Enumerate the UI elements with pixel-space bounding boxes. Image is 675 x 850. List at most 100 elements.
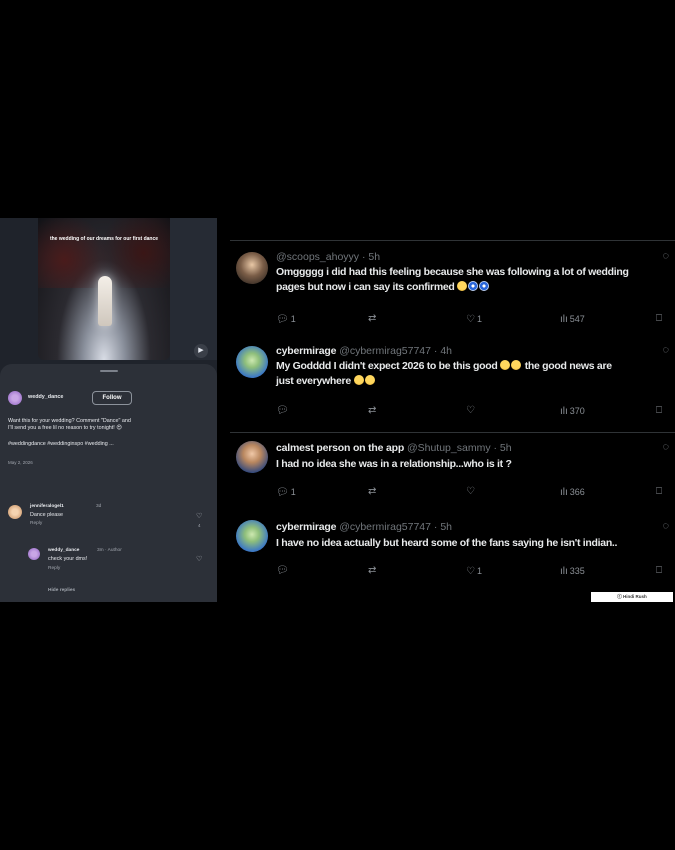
like-icon[interactable]: ♡: [466, 404, 475, 418]
grok-icon[interactable]: ◌: [662, 520, 669, 532]
view-count: 547: [569, 314, 585, 324]
tweet-actions: 💬︎ 1 ⇄ ♡ ılı 366 ⎕: [276, 485, 665, 499]
post-date: May 2, 2026: [8, 460, 33, 465]
view-count: 370: [569, 406, 585, 416]
views-icon[interactable]: ılı 370: [560, 404, 585, 419]
bookmark-icon[interactable]: ⎕: [656, 564, 662, 578]
retweet-icon[interactable]: ⇄: [368, 564, 376, 578]
comment-reply-button[interactable]: Reply: [30, 520, 42, 527]
tweet-text-segment: My Godddd I didn't expect 2026 to be thi…: [276, 360, 498, 372]
divider: [230, 240, 675, 241]
heart-icon[interactable]: ♡: [196, 512, 202, 520]
tweet-handle[interactable]: @scoops_ahoyyy: [276, 251, 359, 263]
tweet-time: · 5h: [493, 442, 512, 454]
reply-text: check your dms!: [48, 556, 88, 562]
tweet-text-segment: the good news are: [524, 360, 612, 372]
views-icon[interactable]: ılı 335: [560, 564, 585, 579]
instagram-panel: the wedding of our dreams for our first …: [0, 218, 217, 602]
reply-icon[interactable]: 💬︎: [276, 564, 289, 578]
tweet-header: cybermirage @cybermirag57747 · 4h: [276, 344, 452, 358]
crying-emoji-icon: [511, 360, 522, 370]
tweet[interactable]: calmest person on the app @Shutup_sammy …: [220, 441, 675, 505]
comment-text: Dance please: [30, 512, 63, 518]
tweet-header: calmest person on the app @Shutup_sammy …: [276, 441, 512, 455]
tweet-text-segment: pages but now i can say its confirmed: [276, 281, 455, 293]
like-count: 1: [476, 314, 482, 324]
play-icon[interactable]: ▶: [194, 344, 208, 358]
tweet-time: · 4h: [433, 345, 452, 357]
tweet-actions: 💬︎ ⇄ ♡ ılı 370 ⎕: [276, 404, 665, 418]
tweet-name[interactable]: calmest person on the app: [276, 442, 404, 454]
views-icon[interactable]: ılı 366: [560, 485, 585, 500]
tweet-actions: 💬︎ ⇄ ♡ 1 ılı 335 ⎕: [276, 564, 665, 578]
tweet-header: @scoops_ahoyyy · 5h: [276, 250, 380, 264]
like-count: 1: [476, 566, 482, 576]
tweet-actions: 💬︎ 1 ⇄ ♡ 1 ılı 547 ⎕: [276, 312, 665, 326]
hide-replies-button[interactable]: Hide replies: [48, 587, 75, 594]
divider: [230, 432, 675, 433]
tweet-text-line: My Godddd I didn't expect 2026 to be thi…: [276, 359, 671, 374]
sheet-handle[interactable]: [100, 370, 118, 372]
tweet-text-line-2: pages but now i can say its confirmed: [276, 280, 671, 295]
retweet-icon[interactable]: ⇄: [368, 485, 376, 499]
grok-icon[interactable]: ◌: [662, 344, 669, 356]
author-avatar[interactable]: [8, 391, 22, 405]
reply-icon[interactable]: 💬︎ 1: [276, 312, 296, 327]
side-strip: [170, 218, 217, 360]
tweet-handle[interactable]: @cybermirag57747: [339, 521, 431, 533]
tweet-handle[interactable]: @cybermirag57747: [339, 345, 431, 357]
bookmark-icon[interactable]: ⎕: [656, 485, 662, 499]
like-icon[interactable]: ♡ 1: [466, 564, 482, 579]
reply-icon[interactable]: 💬︎ 1: [276, 485, 296, 500]
nazar-emoji-icon: [468, 281, 479, 291]
reply-count: 1: [290, 487, 296, 497]
heart-icon[interactable]: ♡: [196, 555, 202, 563]
grok-icon[interactable]: ◌: [662, 441, 669, 453]
bookmark-icon[interactable]: ⎕: [656, 404, 662, 418]
hashtags[interactable]: #weddingdance #weddinginspo #wedding ...: [8, 441, 114, 448]
author-username[interactable]: weddy_dance: [28, 394, 63, 401]
crying-emoji-icon: [353, 375, 364, 385]
reel-video[interactable]: the wedding of our dreams for our first …: [38, 218, 170, 360]
tweet[interactable]: @scoops_ahoyyy · 5h ◌ Omggggg i did had …: [220, 250, 675, 338]
reply-avatar[interactable]: [28, 548, 40, 560]
view-count: 366: [569, 487, 585, 497]
reply-icon[interactable]: 💬︎: [276, 404, 289, 418]
tweet-text-segment: just everywhere: [276, 375, 351, 387]
comment-username[interactable]: jenniferalogel1: [30, 503, 64, 510]
grok-icon[interactable]: ◌: [662, 250, 669, 262]
follow-button[interactable]: Follow: [92, 391, 132, 405]
tweet-handle[interactable]: @Shutup_sammy: [407, 442, 491, 454]
tweet-name[interactable]: cybermirage: [276, 345, 336, 357]
views-icon[interactable]: ılı 547: [560, 312, 585, 327]
like-icon[interactable]: ♡ 1: [466, 312, 482, 327]
twitter-panel: @scoops_ahoyyy · 5h ◌ Omggggg i did had …: [220, 218, 675, 602]
tweet-time: · 5h: [433, 521, 452, 533]
commenter-avatar[interactable]: [8, 505, 22, 519]
tweet[interactable]: cybermirage @cybermirag57747 · 4h ◌ My G…: [220, 344, 675, 432]
tweet-text-line: Omggggg i did had this feeling because s…: [276, 266, 629, 278]
caption-line-1: Want this for your wedding? Comment "Dan…: [8, 418, 131, 424]
retweet-icon[interactable]: ⇄: [368, 404, 376, 418]
like-icon[interactable]: ♡: [466, 485, 475, 499]
reply-username[interactable]: weddy_dance: [48, 547, 79, 554]
retweet-icon[interactable]: ⇄: [368, 312, 376, 326]
crying-emoji-icon: [457, 281, 468, 291]
tweet-name[interactable]: cybermirage: [276, 521, 336, 533]
tweet-text: Omggggg i did had this feeling because s…: [276, 265, 671, 295]
video-caption: the wedding of our dreams for our first …: [49, 236, 159, 242]
reply-reply-button[interactable]: Reply: [48, 565, 60, 572]
avatar[interactable]: [236, 441, 268, 473]
avatar[interactable]: [236, 520, 268, 552]
tweet-header: cybermirage @cybermirag57747 · 5h: [276, 520, 452, 534]
tweet-time: · 5h: [361, 251, 381, 263]
avatar[interactable]: [236, 252, 268, 284]
view-count: 335: [569, 566, 585, 576]
avatar[interactable]: [236, 346, 268, 378]
reply-count: 1: [290, 314, 296, 324]
tweet[interactable]: cybermirage @cybermirag57747 · 5h ◌ I ha…: [220, 520, 675, 586]
caption-line-2: I'll send you a free lil no reason to tr…: [8, 425, 122, 431]
bookmark-icon[interactable]: ⎕: [656, 312, 662, 326]
reply-time: 3m · Author: [97, 548, 122, 553]
bride-figure: [98, 276, 112, 326]
